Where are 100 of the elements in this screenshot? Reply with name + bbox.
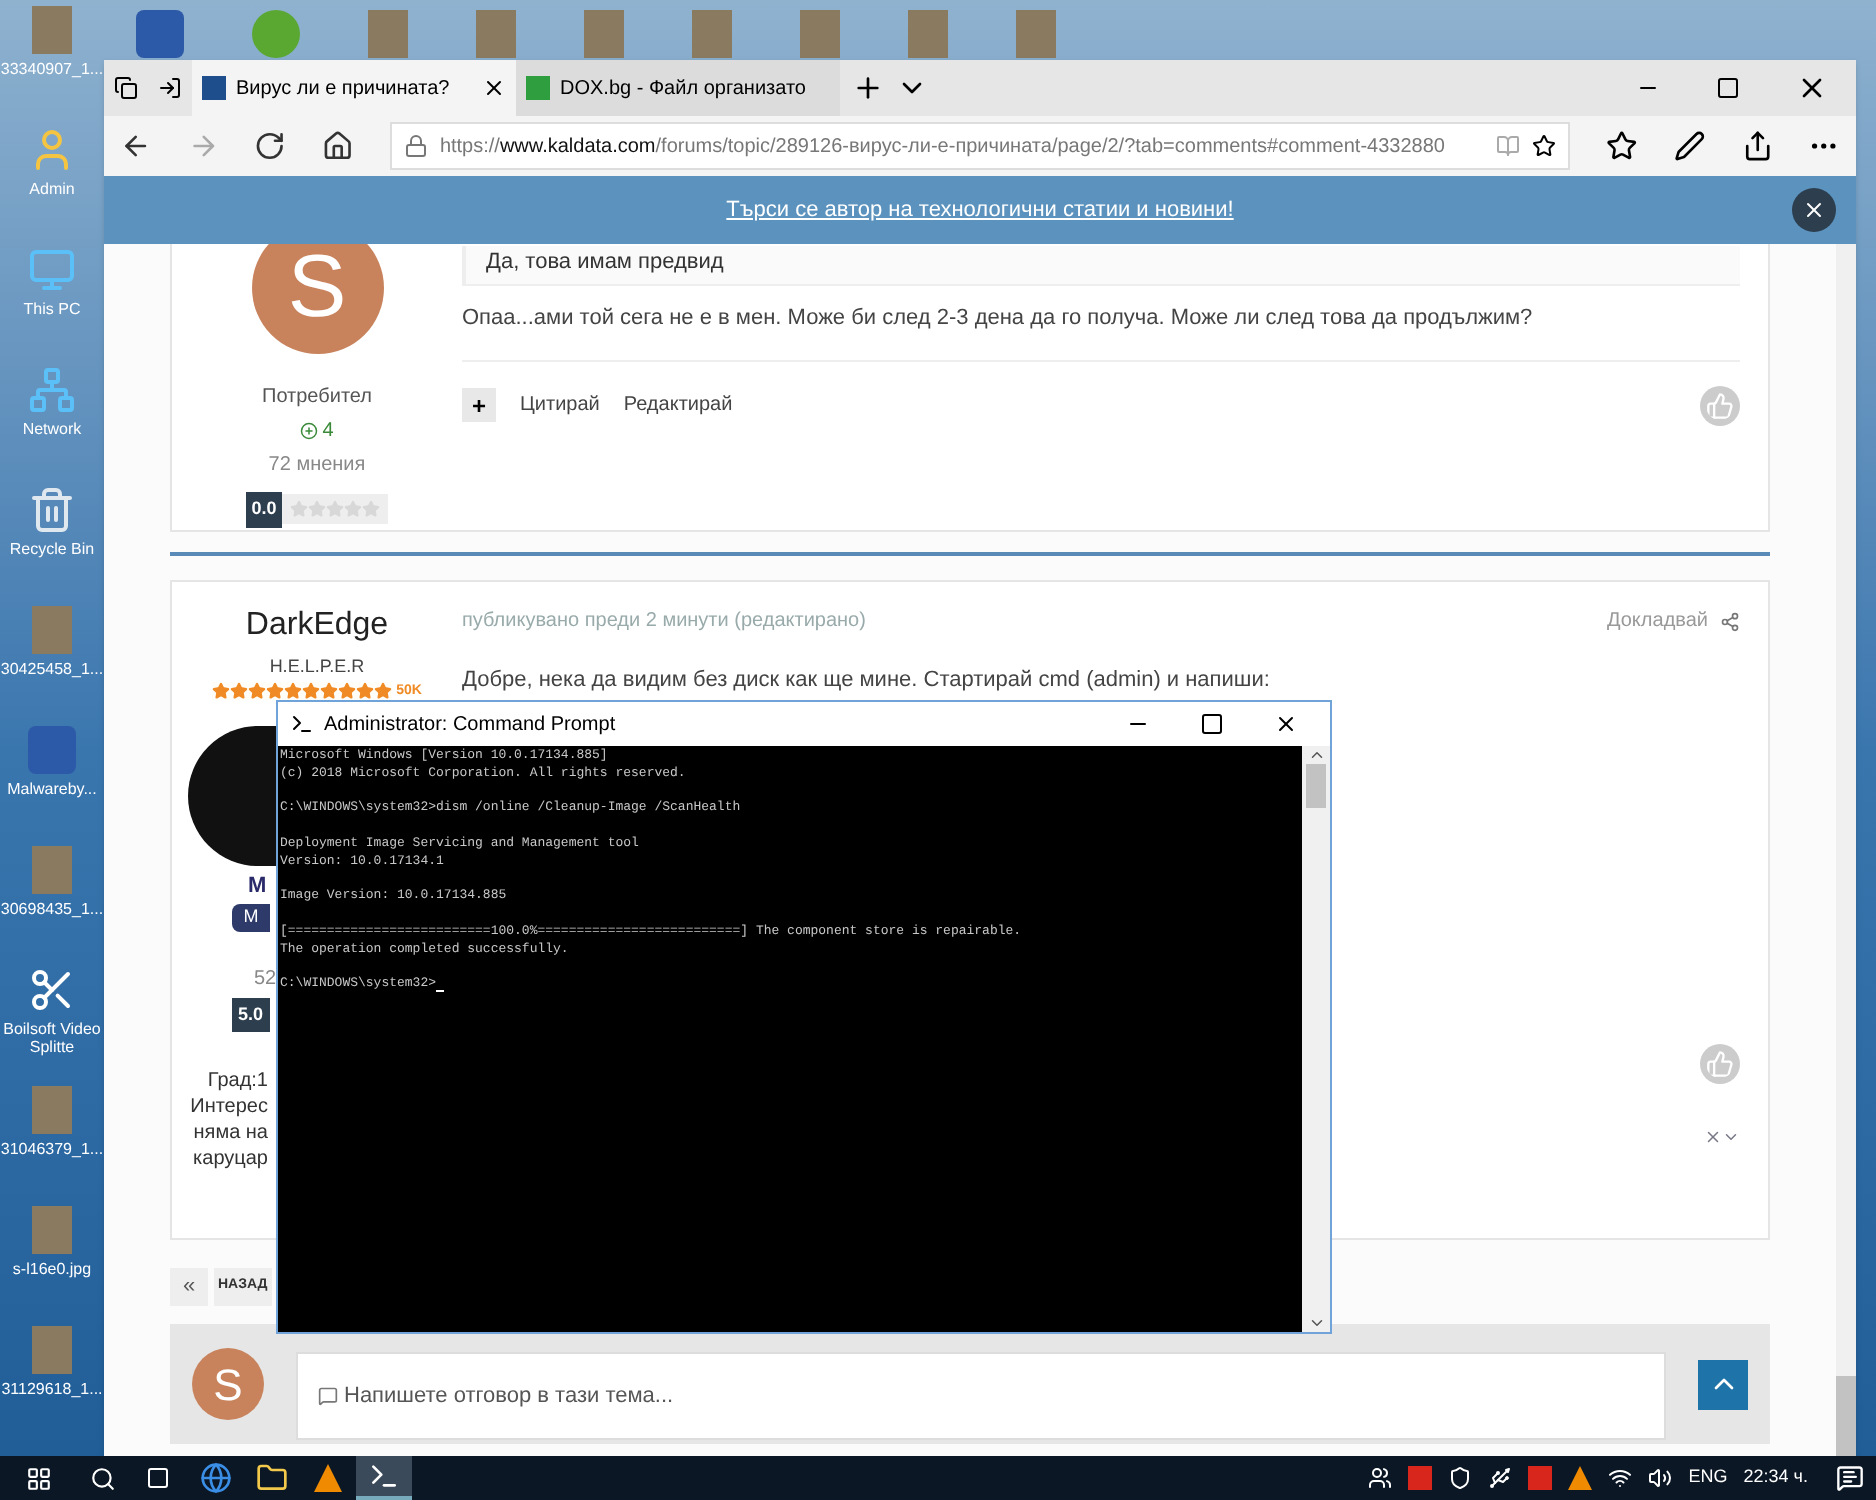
photo-placeholder — [32, 1086, 72, 1134]
star-icon — [374, 682, 393, 701]
desktop-icon-label[interactable]: s-l16e0.jpg — [0, 1260, 104, 1278]
share-icon[interactable] — [1741, 130, 1773, 162]
app-icon — [28, 726, 76, 774]
scroll-down-icon[interactable] — [1307, 1314, 1325, 1332]
volume-icon[interactable] — [1648, 1466, 1673, 1490]
favorites-icon[interactable] — [1606, 130, 1638, 162]
site-favicon-icon — [202, 76, 226, 100]
rating-score: 0.0 — [245, 492, 283, 527]
reply-field[interactable]: Напишете отговор в тази тема... — [296, 1352, 1666, 1440]
scissors-icon — [28, 966, 76, 1014]
app-tray-icon[interactable] — [1528, 1466, 1553, 1490]
taskbar-button[interactable] — [356, 1456, 412, 1500]
trash-icon — [28, 486, 76, 534]
rating-score: 5.0 — [232, 997, 270, 1032]
shield-icon[interactable] — [1448, 1466, 1473, 1490]
plus-button[interactable]: + — [462, 388, 496, 422]
new-tab-icon[interactable] — [852, 72, 884, 104]
star-icon — [284, 682, 303, 701]
app-tray-icon[interactable] — [1408, 1466, 1433, 1490]
terminal-icon[interactable] — [368, 1460, 400, 1492]
user-rank: H.E.L.P.E.R — [269, 654, 365, 680]
star-icon — [302, 682, 321, 701]
app-icon — [136, 10, 184, 58]
avatar: S — [251, 244, 383, 354]
task-view-icon[interactable] — [146, 1466, 170, 1490]
desktop-icon-label[interactable]: 30698435_1... — [0, 900, 104, 918]
speech-bubble-icon — [318, 1386, 338, 1406]
browser-tab[interactable]: Вирус ли е причината? — [192, 60, 516, 116]
url-text: https://www.kaldata.com/forums/topic/289126-вирус-ли-е-причината/page/2/?tab=comments#comment-4332880 — [439, 133, 1447, 161]
photo-placeholder — [476, 10, 516, 58]
photo-placeholder — [32, 846, 72, 894]
close-button[interactable] — [1792, 188, 1836, 232]
user-button[interactable]: M — [232, 903, 270, 931]
folder-icon[interactable] — [256, 1462, 288, 1494]
user-role: Потребител — [262, 384, 372, 412]
back-icon[interactable] — [120, 130, 152, 162]
close-icon[interactable] — [482, 76, 506, 100]
lock-icon — [403, 134, 428, 158]
language-indicator[interactable]: ENG — [1688, 1464, 1728, 1492]
tabs-icon[interactable] — [114, 76, 138, 100]
post-text: Опаа...ами той сега не е в мен. Може би след 2-3 дена да го получа. Може ли след това да продължим? — [462, 304, 1535, 334]
windows-start-icon[interactable] — [26, 1465, 52, 1491]
photo-placeholder — [32, 6, 72, 54]
network-icon — [28, 366, 76, 414]
pen-icon[interactable] — [1673, 130, 1706, 162]
post-meta: публикувано преди 2 минути (редактирано) — [462, 608, 868, 636]
scroll-up-icon[interactable] — [1307, 746, 1325, 764]
star-icon — [338, 682, 357, 701]
scroll-top-button[interactable] — [1698, 1359, 1748, 1409]
scrollbar-thumb[interactable] — [1306, 764, 1326, 808]
desktop-icon-label[interactable]: 31129618_1... — [0, 1380, 104, 1398]
usb-icon[interactable] — [1488, 1466, 1513, 1490]
set-aside-icon[interactable] — [158, 76, 182, 100]
monitor-icon — [28, 246, 76, 294]
favorite-icon[interactable] — [1532, 134, 1557, 158]
desktop-icon-label[interactable]: 31046379_1... — [0, 1140, 104, 1158]
refresh-icon[interactable] — [254, 130, 287, 162]
close-icon[interactable] — [1274, 712, 1298, 736]
scrollbar[interactable] — [1836, 244, 1856, 1456]
banner-link[interactable]: Търси се автор на технологични статии и новини! — [726, 193, 1234, 227]
people-icon[interactable] — [1368, 1466, 1393, 1490]
post-action-link[interactable]: Цитирай — [520, 390, 600, 420]
user-name-fragment: M — [248, 872, 267, 902]
desktop-icon-label[interactable]: Recycle Bin — [0, 540, 104, 558]
reply-input[interactable]: Напишете отговор в тази тема... — [344, 1379, 1644, 1413]
scrollbar-thumb[interactable] — [1836, 1376, 1856, 1456]
post-text: Добре, нека да видим без диск как ще мине. Стартирай cmd (admin) и напиши: — [462, 666, 1272, 696]
desktop-icon-label[interactable]: Network — [0, 420, 104, 438]
home-icon[interactable] — [322, 130, 354, 162]
close-icon — [1802, 198, 1826, 222]
photo-placeholder — [584, 10, 624, 58]
browser-tab[interactable]: DOX.bg - Файл организато — [516, 60, 840, 116]
desktop-icon-label[interactable]: Boilsoft Video Splitte — [0, 1020, 104, 1056]
address-bar[interactable]: https://www.kaldata.com/forums/topic/289126-вирус-ли-е-причината/page/2/?tab=comments#comment-4332880 — [389, 122, 1571, 170]
post-action-link[interactable]: Редактирай — [623, 390, 733, 420]
maximize-icon[interactable] — [1200, 712, 1224, 736]
star-icon — [212, 682, 231, 701]
star-icon — [230, 682, 249, 701]
first-page-button[interactable]: « — [170, 1268, 208, 1306]
photo-placeholder — [32, 606, 72, 654]
cone-icon[interactable] — [1568, 1466, 1593, 1490]
scrollbar[interactable] — [1302, 746, 1330, 1332]
clock[interactable]: 22:34 ч. — [1743, 1464, 1808, 1492]
reputation-count: 4 — [322, 418, 334, 446]
text-cursor — [436, 990, 445, 993]
photo-placeholder — [1016, 10, 1056, 58]
post-count: 72 мнения — [268, 452, 366, 480]
desktop-icon-label[interactable]: Malwareby... — [0, 780, 104, 798]
photo-placeholder — [368, 10, 408, 58]
quote-block: Да, това имам предвид — [462, 246, 1740, 286]
search-icon[interactable] — [90, 1465, 116, 1491]
notifications-icon[interactable] — [1836, 1464, 1864, 1492]
browser-icon[interactable] — [200, 1462, 232, 1494]
star-icon — [356, 682, 375, 701]
tab-title: DOX.bg - Файл организато — [560, 75, 808, 103]
desktop-icon-label[interactable]: 30425458_1... — [0, 660, 104, 678]
author-name[interactable]: DarkEdge — [245, 602, 389, 650]
maximize-icon[interactable] — [1716, 76, 1740, 100]
